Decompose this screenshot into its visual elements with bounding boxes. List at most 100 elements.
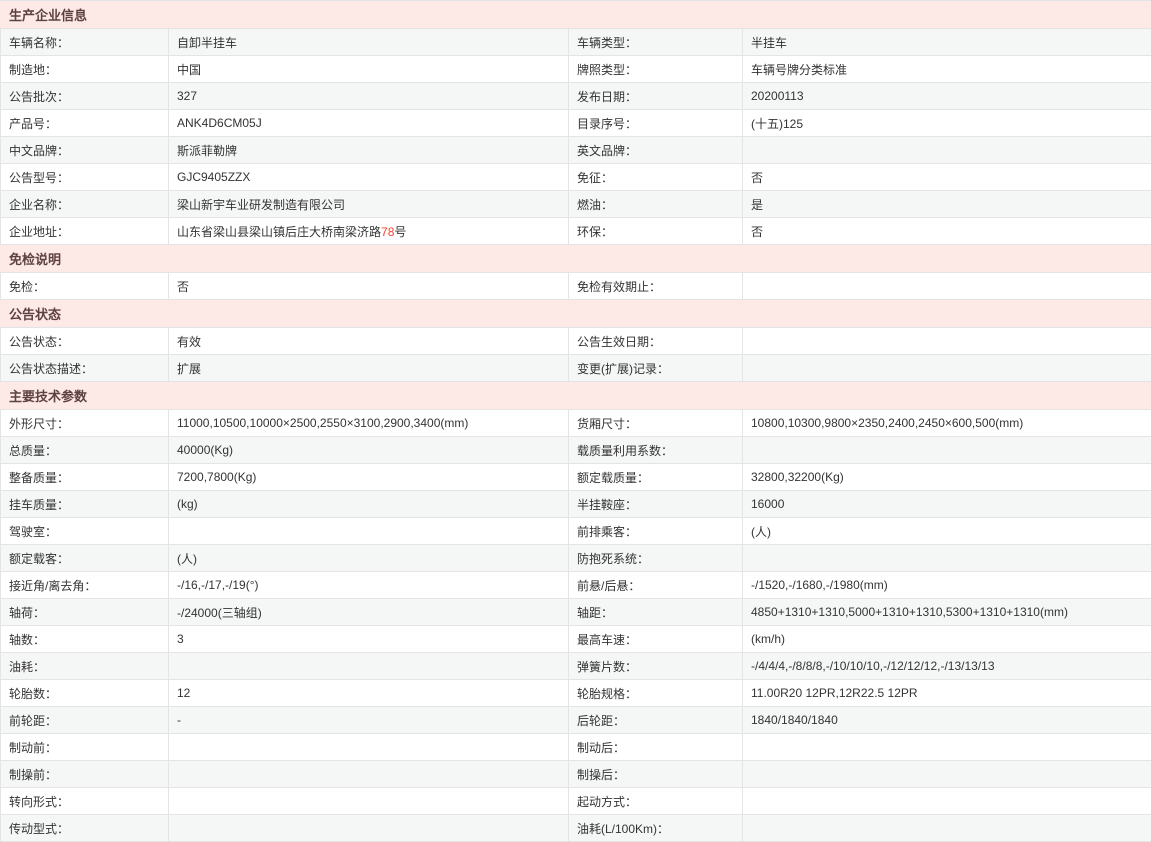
table-row: 前轮距：-后轮距：1840/1840/1840: [1, 707, 1151, 734]
field-value: [743, 545, 1151, 572]
field-label: 燃油：: [569, 191, 743, 218]
field-label: 最高车速：: [569, 626, 743, 653]
field-label: 轴距：: [569, 599, 743, 626]
field-label: 产品号：: [1, 110, 169, 137]
field-value: (人): [743, 518, 1151, 545]
field-label: 公告状态描述：: [1, 355, 169, 382]
table-row: 制操前： 制操后：: [1, 761, 1151, 788]
field-label: 货厢尺寸：: [569, 410, 743, 437]
field-value: (km/h): [743, 626, 1151, 653]
field-label: 额定载质量：: [569, 464, 743, 491]
table-row: 制动前：制动后：: [1, 734, 1151, 761]
field-label: 轴数：: [1, 626, 169, 653]
field-label: 制操后：: [569, 761, 743, 788]
field-label: 公告批次：: [1, 83, 169, 110]
field-value: 半挂车: [743, 29, 1151, 56]
field-label: 轴荷：: [1, 599, 169, 626]
field-label: 油耗：: [1, 653, 169, 680]
table-row: 制造地：中国牌照类型：车辆号牌分类标准: [1, 56, 1151, 83]
field-label: 公告型号：: [1, 164, 169, 191]
field-value: [743, 734, 1151, 761]
field-label: 制操前：: [1, 761, 169, 788]
table-row: 产品号：ANK4D6CM05J目录序号：(十五)125: [1, 110, 1151, 137]
field-value: (kg): [169, 491, 569, 518]
field-value: 车辆号牌分类标准: [743, 56, 1151, 83]
value-text: 山东省梁山县梁山镇后庄大桥南梁济路: [177, 225, 381, 239]
field-label: 变更(扩展)记录：: [569, 355, 743, 382]
field-value: [169, 518, 569, 545]
field-label: 制动前：: [1, 734, 169, 761]
field-label: 英文品牌：: [569, 137, 743, 164]
section-title: 主要技术参数: [1, 382, 1151, 410]
field-value: [169, 788, 569, 815]
field-label: 起动方式：: [569, 788, 743, 815]
table-row: 传动型式： 油耗(L/100Km)：: [1, 815, 1151, 842]
field-value: [743, 437, 1151, 464]
field-value: 4850+1310+1310,5000+1310+1310,5300+1310+…: [743, 599, 1151, 626]
field-label: 驾驶室：: [1, 518, 169, 545]
field-label: 轮胎数：: [1, 680, 169, 707]
field-value: ANK4D6CM05J: [169, 110, 569, 137]
field-value: 是: [743, 191, 1151, 218]
field-label: 车辆名称：: [1, 29, 169, 56]
field-value: -/24000(三轴组): [169, 599, 569, 626]
table-row: 公告状态描述：扩展变更(扩展)记录：: [1, 355, 1151, 382]
field-label: 公告生效日期：: [569, 328, 743, 355]
field-label: 挂车质量：: [1, 491, 169, 518]
field-value: 斯派菲勒牌: [169, 137, 569, 164]
table-row: 公告状态：有效公告生效日期：: [1, 328, 1151, 355]
field-value: 32800,32200(Kg): [743, 464, 1151, 491]
field-label: 传动型式：: [1, 815, 169, 842]
table-row: 驾驶室：前排乘客：(人): [1, 518, 1151, 545]
field-label: 免检：: [1, 273, 169, 300]
table-row: 接近角/离去角：-/16,-/17,-/19(°)前悬/后悬：-/1520,-/…: [1, 572, 1151, 599]
table-row: 轮胎数：12轮胎规格：11.00R20 12PR,12R22.5 12PR: [1, 680, 1151, 707]
field-value: [169, 653, 569, 680]
field-value: 否: [743, 218, 1151, 245]
field-label: 弹簧片数：: [569, 653, 743, 680]
field-value: 否: [169, 273, 569, 300]
field-value: 12: [169, 680, 569, 707]
table-row: 总质量：40000(Kg)载质量利用系数：: [1, 437, 1151, 464]
field-label: 环保：: [569, 218, 743, 245]
field-value: 有效: [169, 328, 569, 355]
field-value: 7200,7800(Kg): [169, 464, 569, 491]
value-text: 号: [394, 225, 406, 239]
field-value: 山东省梁山县梁山镇后庄大桥南梁济路78号: [169, 218, 569, 245]
field-label: 前悬/后悬：: [569, 572, 743, 599]
field-value: GJC9405ZZX: [169, 164, 569, 191]
field-label: 免检有效期止：: [569, 273, 743, 300]
field-label: 制造地：: [1, 56, 169, 83]
field-label: 油耗(L/100Km)：: [569, 815, 743, 842]
field-value: -/1520,-/1680,-/1980(mm): [743, 572, 1151, 599]
field-label: 总质量：: [1, 437, 169, 464]
section-header-row: 公告状态: [1, 300, 1151, 328]
field-value: -/16,-/17,-/19(°): [169, 572, 569, 599]
field-label: 轮胎规格：: [569, 680, 743, 707]
table-row: 整备质量：7200,7800(Kg)额定载质量：32800,32200(Kg): [1, 464, 1151, 491]
field-value: [169, 815, 569, 842]
table-row: 公告批次：327发布日期：20200113: [1, 83, 1151, 110]
field-label: 防抱死系统：: [569, 545, 743, 572]
field-label: 公告状态：: [1, 328, 169, 355]
field-label: 整备质量：: [1, 464, 169, 491]
vehicle-info-body: 生产企业信息车辆名称：自卸半挂车车辆类型：半挂车制造地：中国牌照类型：车辆号牌分…: [1, 1, 1151, 842]
field-value: [743, 815, 1151, 842]
table-row: 企业地址：山东省梁山县梁山镇后庄大桥南梁济路78号环保：否: [1, 218, 1151, 245]
field-value: (十五)125: [743, 110, 1151, 137]
field-value: [743, 273, 1151, 300]
field-value: -/4/4/4,-/8/8/8,-/10/10/10,-/12/12/12,-/…: [743, 653, 1151, 680]
field-label: 中文品牌：: [1, 137, 169, 164]
field-value: 16000: [743, 491, 1151, 518]
field-label: 半挂鞍座：: [569, 491, 743, 518]
field-label: 后轮距：: [569, 707, 743, 734]
field-label: 前轮距：: [1, 707, 169, 734]
table-row: 公告型号：GJC9405ZZX免征：否: [1, 164, 1151, 191]
field-label: 免征：: [569, 164, 743, 191]
table-row: 外形尺寸：11000,10500,10000×2500,2550×3100,29…: [1, 410, 1151, 437]
field-label: 目录序号：: [569, 110, 743, 137]
field-value: 1840/1840/1840: [743, 707, 1151, 734]
table-row: 免检：否免检有效期止：: [1, 273, 1151, 300]
field-label: 企业地址：: [1, 218, 169, 245]
field-label: 载质量利用系数：: [569, 437, 743, 464]
